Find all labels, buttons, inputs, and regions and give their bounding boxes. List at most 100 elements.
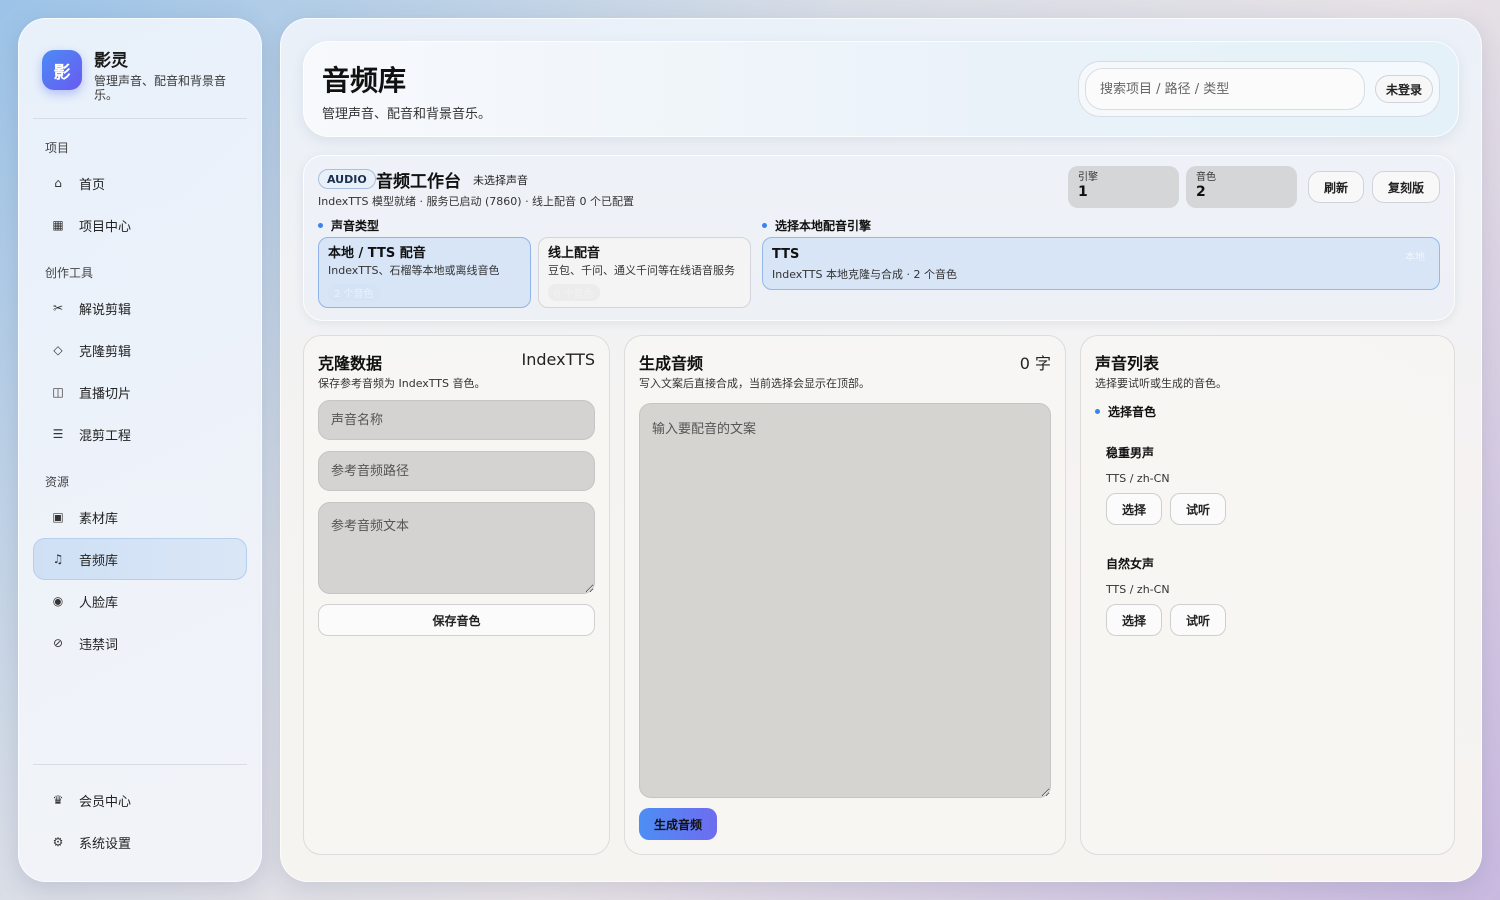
- voice-list-panel: 声音列表 选择要试听或生成的音色。 选择音色 稳重男声 TTS / zh-CN …: [1080, 335, 1455, 855]
- diamond-icon: ◇: [53, 343, 63, 357]
- panel-subtitle: 保存参考音频为 IndexTTS 音色。: [318, 377, 486, 390]
- engine-title: TTS: [772, 247, 800, 262]
- voice-name: 自然女声: [1106, 557, 1155, 571]
- sidebar-item-label: 素材库: [79, 511, 119, 527]
- bullet-dot-icon: [762, 223, 767, 228]
- workbench-status: 未选择声音: [473, 174, 528, 187]
- voice-name: 稳重男声: [1106, 446, 1155, 460]
- sidebar-section-resources: 资源: [45, 475, 70, 489]
- sidebar-item-settings[interactable]: ⚙ 系统设置: [33, 821, 247, 863]
- app-description: 管理声音、配音和背景音乐。: [94, 74, 227, 102]
- sidebar-item-membership[interactable]: ♛ 会员中心: [33, 779, 247, 821]
- reference-audio-text-input[interactable]: [318, 502, 595, 594]
- voice-type-title: 本地 / TTS 配音: [328, 246, 426, 261]
- page-title: 音频库: [322, 64, 407, 97]
- voice-tags: TTS / zh-CN: [1106, 472, 1170, 485]
- reference-audio-path-input[interactable]: [318, 451, 595, 491]
- sidebar-divider: [33, 764, 247, 765]
- voice-type-desc: 豆包、千问、通义千问等在线语音服务: [548, 264, 735, 277]
- bullet-dot-icon: [1095, 409, 1100, 414]
- engine-card-tts[interactable]: TTS IndexTTS 本地克隆与合成 · 2 个音色 本地: [762, 237, 1440, 290]
- sidebar-item-label: 项目中心: [79, 219, 132, 235]
- sidebar-section-projects: 项目: [45, 141, 70, 155]
- brand: 影 影灵 管理声音、配音和背景音乐。: [42, 50, 234, 102]
- stat-label: 音色: [1196, 172, 1216, 183]
- audio-workbench: AUDIO 音频工作台 未选择声音 IndexTTS 模型就绪 · 服务已启动 …: [303, 155, 1455, 321]
- voice-type-title: 线上配音: [548, 246, 601, 261]
- sidebar-item-label: 克隆剪辑: [79, 344, 132, 360]
- sidebar-item-label: 违禁词: [79, 637, 119, 653]
- voice-type-label: 声音类型: [318, 217, 379, 234]
- box-icon: ▣: [52, 510, 64, 524]
- panel-subtitle: 选择要试听或生成的音色。: [1095, 377, 1227, 390]
- preview-voice-button[interactable]: 试听: [1170, 604, 1226, 636]
- panel-subtitle: 写入文案后直接合成，当前选择会显示在顶部。: [639, 377, 870, 390]
- music-note-icon: ♫: [52, 552, 64, 566]
- stat-label: 引擎: [1078, 172, 1098, 183]
- generate-audio-panel: 生成音频 0 字 写入文案后直接合成，当前选择会显示在顶部。 生成音频: [624, 335, 1066, 855]
- search-bar: 未登录: [1078, 61, 1440, 117]
- sidebar-item-project-center[interactable]: ▦ 项目中心: [33, 204, 247, 246]
- home-icon: ⌂: [54, 176, 62, 190]
- search-input[interactable]: [1085, 68, 1365, 110]
- sidebar-item-clone-edit[interactable]: ◇ 克隆剪辑: [33, 329, 247, 371]
- sidebar-item-materials[interactable]: ▣ 素材库: [33, 496, 247, 538]
- sidebar-item-label: 解说剪辑: [79, 302, 132, 318]
- stat-voices: 音色 2: [1186, 166, 1297, 208]
- grid-icon: ▦: [52, 218, 64, 232]
- engine-label: 选择本地配音引擎: [762, 217, 871, 234]
- sidebar-item-label: 首页: [79, 177, 106, 193]
- sidebar-item-label: 音频库: [79, 553, 119, 569]
- sidebar-item-label: 会员中心: [79, 794, 132, 810]
- voice-item: 自然女声 TTS / zh-CN 选择 试听: [1106, 555, 1226, 636]
- sidebar-item-live-clips[interactable]: ◫ 直播切片: [33, 371, 247, 413]
- voice-count-badge: 0 个音色: [548, 284, 600, 301]
- select-voice-label: 选择音色: [1095, 403, 1156, 420]
- clone-data-panel: 克隆数据 IndexTTS 保存参考音频为 IndexTTS 音色。 保存音色: [303, 335, 610, 855]
- save-voice-button[interactable]: 保存音色: [318, 604, 595, 636]
- panel-title: 生成音频: [639, 354, 704, 373]
- workbench-title: 音频工作台: [376, 172, 461, 192]
- sidebar-item-audio-library[interactable]: ♫ 音频库: [33, 538, 247, 580]
- voice-count-badge: 2 个音色: [328, 284, 380, 301]
- script-text-input[interactable]: [639, 403, 1051, 798]
- sidebar-item-banned-words[interactable]: ⊘ 违禁词: [33, 622, 247, 664]
- workbench-meta: IndexTTS 模型就绪 · 服务已启动 (7860) · 线上配音 0 个已…: [318, 195, 635, 208]
- crown-icon: ♛: [52, 793, 64, 807]
- voice-item: 稳重男声 TTS / zh-CN 选择 试听: [1106, 444, 1226, 525]
- list-icon: ☰: [52, 427, 64, 441]
- stat-engines: 引擎 1: [1068, 166, 1179, 208]
- clone-engine-name: IndexTTS: [521, 350, 595, 369]
- sidebar-item-face-library[interactable]: ◉ 人脸库: [33, 580, 247, 622]
- sidebar-item-home[interactable]: ⌂ 首页: [33, 162, 247, 204]
- face-icon: ◉: [52, 594, 64, 608]
- scissors-icon: ✂: [52, 301, 64, 315]
- select-voice-button[interactable]: 选择: [1106, 604, 1162, 636]
- refresh-button[interactable]: 刷新: [1308, 171, 1364, 203]
- sidebar-item-narration-edit[interactable]: ✂ 解说剪辑: [33, 287, 247, 329]
- voice-tags: TTS / zh-CN: [1106, 583, 1170, 596]
- copy-version-button[interactable]: 复刻版: [1372, 171, 1440, 203]
- login-button[interactable]: 未登录: [1375, 75, 1433, 103]
- app-logo: 影: [42, 50, 82, 90]
- engine-desc: IndexTTS 本地克隆与合成 · 2 个音色: [772, 268, 957, 281]
- voice-type-local[interactable]: 本地 / TTS 配音 IndexTTS、石榴等本地或离线音色 2 个音色: [318, 237, 531, 308]
- select-voice-button[interactable]: 选择: [1106, 493, 1162, 525]
- sidebar-item-label: 直播切片: [79, 386, 132, 402]
- voice-name-input[interactable]: [318, 400, 595, 440]
- page-subtitle: 管理声音、配音和背景音乐。: [322, 107, 492, 122]
- voice-type-online[interactable]: 线上配音 豆包、千问、通义千问等在线语音服务 0 个音色: [538, 237, 751, 308]
- app-name: 影灵: [94, 51, 128, 71]
- preview-voice-button[interactable]: 试听: [1170, 493, 1226, 525]
- engine-tag: 本地: [1405, 252, 1425, 263]
- generate-audio-button[interactable]: 生成音频: [639, 808, 717, 840]
- panel-title: 克隆数据: [318, 354, 383, 373]
- audio-badge: AUDIO: [318, 169, 376, 189]
- char-count: 0 字: [1019, 354, 1051, 373]
- sidebar-item-mix-project[interactable]: ☰ 混剪工程: [33, 413, 247, 455]
- sidebar-section-tools: 创作工具: [45, 266, 94, 280]
- forbidden-icon: ⊘: [52, 636, 64, 650]
- columns-icon: ◫: [52, 385, 64, 399]
- sidebar-divider: [33, 118, 247, 119]
- bullet-dot-icon: [318, 223, 323, 228]
